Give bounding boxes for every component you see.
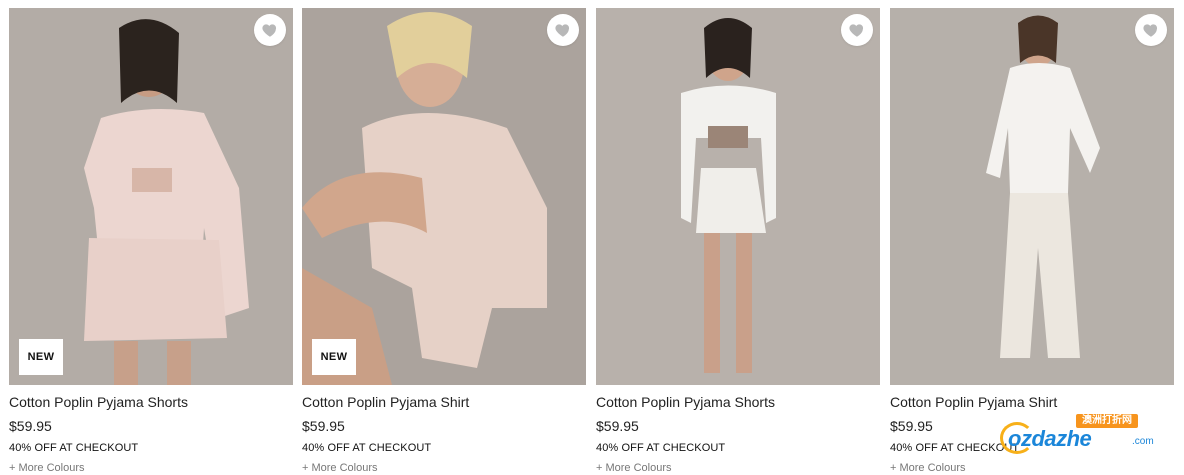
product-card[interactable]: Cotton Poplin Pyjama Shorts $59.95 40% O…	[596, 8, 880, 474]
product-image[interactable]	[596, 8, 880, 385]
product-price: $59.95	[302, 418, 345, 434]
heart-icon	[849, 24, 864, 37]
product-price: $59.95	[596, 418, 639, 434]
model-photo	[890, 8, 1174, 385]
wishlist-button[interactable]	[254, 14, 286, 46]
product-card[interactable]: NEW Cotton Poplin Pyjama Shirt $59.95 40…	[302, 8, 586, 474]
product-title[interactable]: Cotton Poplin Pyjama Shirt	[890, 393, 1174, 411]
new-badge: NEW	[19, 339, 63, 375]
product-image[interactable]	[890, 8, 1174, 385]
product-image[interactable]: NEW	[9, 8, 293, 385]
watermark-logo: 澳洲打折网 ozdazhe .com	[1000, 414, 1160, 458]
more-colours-link[interactable]: + More Colours	[302, 461, 586, 475]
promo-text: 40% OFF AT CHECKOUT	[9, 442, 139, 454]
heart-icon	[1143, 24, 1158, 37]
product-grid: NEW Cotton Poplin Pyjama Shorts $59.95 4…	[0, 0, 1184, 474]
product-title[interactable]: Cotton Poplin Pyjama Shorts	[596, 393, 880, 411]
more-colours-link[interactable]: + More Colours	[890, 461, 1174, 475]
wishlist-button[interactable]	[841, 14, 873, 46]
product-card[interactable]: NEW Cotton Poplin Pyjama Shorts $59.95 4…	[9, 8, 293, 474]
product-title[interactable]: Cotton Poplin Pyjama Shorts	[9, 393, 293, 411]
product-title[interactable]: Cotton Poplin Pyjama Shirt	[302, 393, 586, 411]
watermark-suffix: .com	[1132, 436, 1154, 447]
product-card[interactable]: Cotton Poplin Pyjama Shirt $59.95 40% OF…	[890, 8, 1174, 474]
more-colours-link[interactable]: + More Colours	[9, 461, 293, 475]
model-photo	[302, 8, 586, 385]
promo-text: 40% OFF AT CHECKOUT	[596, 442, 726, 454]
heart-icon	[262, 24, 277, 37]
model-photo	[9, 8, 293, 385]
watermark-main-text: ozdazhe	[1008, 426, 1092, 451]
more-colours-link[interactable]: + More Colours	[596, 461, 880, 475]
wishlist-button[interactable]	[1135, 14, 1167, 46]
new-badge: NEW	[312, 339, 356, 375]
wishlist-button[interactable]	[547, 14, 579, 46]
heart-icon	[555, 24, 570, 37]
product-price: $59.95	[9, 418, 52, 434]
model-photo	[596, 8, 880, 385]
promo-text: 40% OFF AT CHECKOUT	[302, 442, 432, 454]
product-image[interactable]: NEW	[302, 8, 586, 385]
